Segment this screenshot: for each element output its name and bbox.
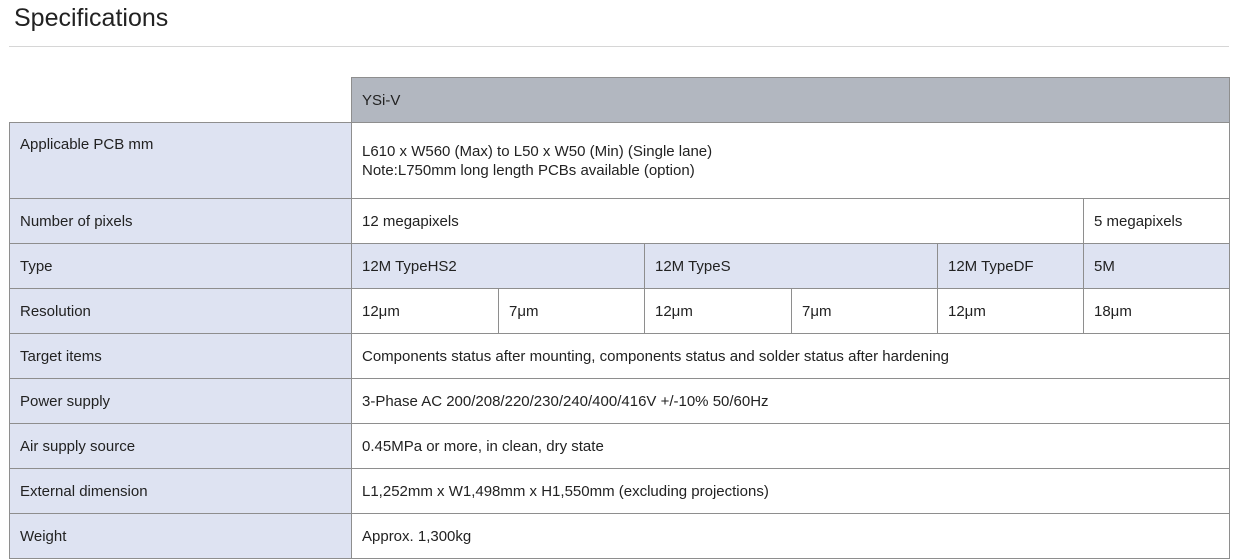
resolution-value: 12μm — [644, 288, 792, 334]
resolution-value: 7μm — [498, 288, 645, 334]
row-label-type: Type — [9, 243, 352, 289]
table-row-power: Power supply 3-Phase AC 200/208/220/230/… — [9, 378, 1230, 424]
type-value-s: 12M TypeS — [644, 243, 938, 289]
row-label-target: Target items — [9, 333, 352, 379]
type-value-df: 12M TypeDF — [937, 243, 1084, 289]
dimension-value: L1,252mm x W1,498mm x H1,550mm (excludin… — [351, 468, 1230, 514]
row-label-air: Air supply source — [9, 423, 352, 469]
table-row-air: Air supply source 0.45MPa or more, in cl… — [9, 423, 1230, 469]
table-row-dimension: External dimension L1,252mm x W1,498mm x… — [9, 468, 1230, 514]
row-label-pixels: Number of pixels — [9, 198, 352, 244]
table-row-type: Type 12M TypeHS2 12M TypeS 12M TypeDF 5M — [9, 243, 1230, 289]
row-label-dimension: External dimension — [9, 468, 352, 514]
row-label-weight: Weight — [9, 513, 352, 559]
pcb-value-line-1: L610 x W560 (Max) to L50 x W50 (Min) (Si… — [362, 142, 713, 160]
page-title: Specifications — [14, 4, 169, 32]
title-divider — [9, 46, 1229, 47]
resolution-value: 18μm — [1083, 288, 1230, 334]
row-label-power: Power supply — [9, 378, 352, 424]
model-header: YSi-V — [351, 77, 1230, 123]
pcb-value-line-2: Note:L750mm long length PCBs available (… — [362, 161, 695, 179]
type-value-hs2: 12M TypeHS2 — [351, 243, 645, 289]
pcb-value-cell: L610 x W560 (Max) to L50 x W50 (Min) (Si… — [351, 122, 1230, 199]
table-row-pixels: Number of pixels 12 megapixels 5 megapix… — [9, 198, 1230, 244]
resolution-value: 12μm — [937, 288, 1084, 334]
specifications-page: Specifications YSi-V Applicable PCB mm L… — [0, 0, 1234, 559]
table-row-target: Target items Components status after mou… — [9, 333, 1230, 379]
table-row-weight: Weight Approx. 1,300kg — [9, 513, 1230, 559]
resolution-value: 12μm — [351, 288, 499, 334]
table-row-pcb: Applicable PCB mm L610 x W560 (Max) to L… — [9, 122, 1230, 199]
air-value: 0.45MPa or more, in clean, dry state — [351, 423, 1230, 469]
type-value-5m: 5M — [1083, 243, 1230, 289]
pixels-value-12m: 12 megapixels — [351, 198, 1084, 244]
row-label-text: Applicable PCB mm — [20, 136, 154, 153]
power-value: 3-Phase AC 200/208/220/230/240/400/416V … — [351, 378, 1230, 424]
specifications-table: YSi-V Applicable PCB mm L610 x W560 (Max… — [9, 77, 1230, 559]
header-corner-cell — [9, 77, 352, 123]
pixels-value-5m: 5 megapixels — [1083, 198, 1230, 244]
weight-value: Approx. 1,300kg — [351, 513, 1230, 559]
row-label-pcb: Applicable PCB mm — [9, 122, 352, 199]
table-header-row: YSi-V — [9, 77, 1230, 123]
row-label-resolution: Resolution — [9, 288, 352, 334]
table-row-resolution: Resolution 12μm 7μm 12μm 7μm 12μm 18μm — [9, 288, 1230, 334]
resolution-value: 7μm — [791, 288, 938, 334]
target-value: Components status after mounting, compon… — [351, 333, 1230, 379]
